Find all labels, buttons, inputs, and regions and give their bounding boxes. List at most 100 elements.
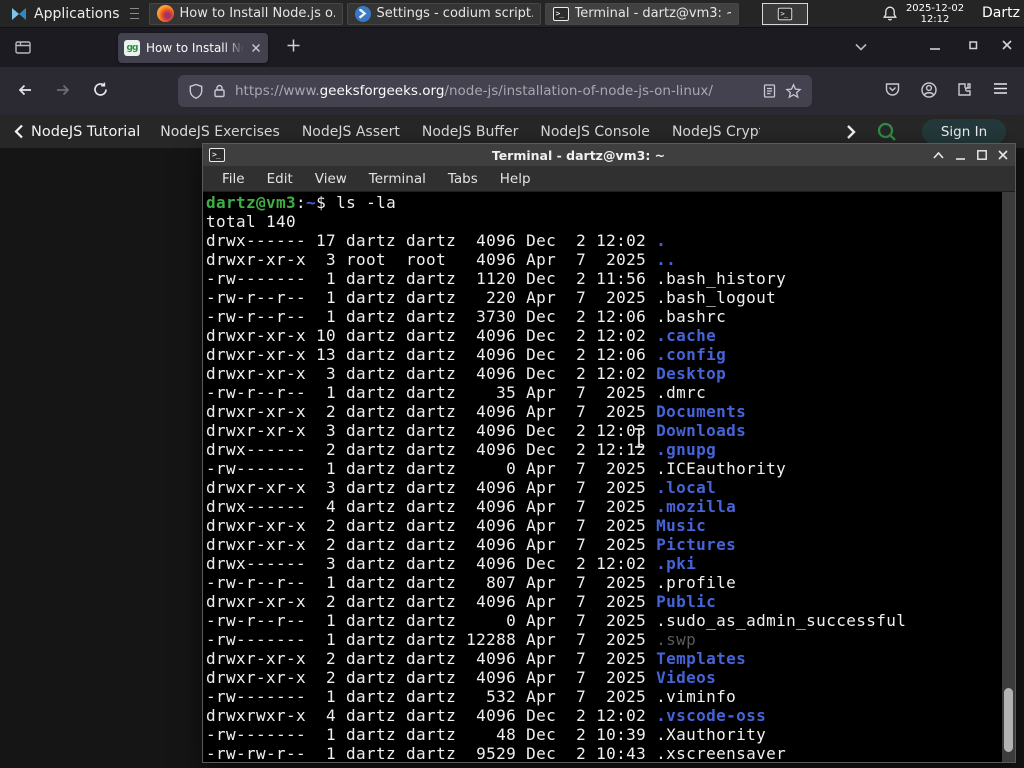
terminal-window-title: Terminal - dartz@vm3: ~ xyxy=(491,147,666,163)
ls-row: drwxr-xr-x 3 dartz dartz 4096 Dec 2 12:0… xyxy=(206,364,727,383)
terminal-menu-file[interactable]: File xyxy=(213,168,254,190)
shade-window-icon[interactable] xyxy=(932,150,945,161)
taskbar-button-vscodium[interactable]: Settings - codium script... xyxy=(346,2,541,25)
reader-mode-icon[interactable] xyxy=(762,83,777,99)
ls-row: drwxr-xr-x 2 dartz dartz 4096 Apr 7 2025… xyxy=(206,535,737,554)
applications-label: Applications xyxy=(34,5,120,22)
chevron-right-icon[interactable] xyxy=(845,124,857,140)
pocket-icon[interactable] xyxy=(884,81,901,98)
workspace-pager[interactable] xyxy=(762,3,808,25)
site-nav-item[interactable]: NodeJS Assert xyxy=(302,124,400,140)
terminal-scrollbar[interactable] xyxy=(1002,192,1015,762)
ls-row: -rw-r--r-- 1 dartz dartz 0 Apr 7 2025 .s… xyxy=(206,611,907,630)
ls-row: drwxr-xr-x 13 dartz dartz 4096 Dec 2 12:… xyxy=(206,345,727,364)
ls-row: -rw------- 1 dartz dartz 532 Apr 7 2025 … xyxy=(206,687,737,706)
ls-row: drwx------ 17 dartz dartz 4096 Dec 2 12:… xyxy=(206,231,667,250)
window-close-button[interactable] xyxy=(1000,38,1014,52)
ls-row: -rw-r--r-- 1 dartz dartz 35 Apr 7 2025 .… xyxy=(206,383,707,402)
ls-row: drwxr-xr-x 2 dartz dartz 4096 Apr 7 2025… xyxy=(206,516,707,535)
ls-row: drwxr-xr-x 2 dartz dartz 4096 Apr 7 2025… xyxy=(206,668,717,687)
list-all-tabs-icon[interactable] xyxy=(853,40,869,54)
scrollbar-thumb[interactable] xyxy=(1004,688,1013,752)
ls-row: drwxr-xr-x 10 dartz dartz 4096 Dec 2 12:… xyxy=(206,326,717,345)
ls-row: drwx------ 4 dartz dartz 4096 Apr 7 2025… xyxy=(206,497,737,516)
taskbar-button-firefox[interactable]: How to Install Node.js o... xyxy=(148,2,343,25)
terminal-menu-help[interactable]: Help xyxy=(491,168,540,190)
tracking-shield-icon[interactable] xyxy=(188,83,204,100)
total-line: total 140 xyxy=(206,212,297,231)
terminal-output: dartz@vm3:~$ ls -la total 140 drwx------ 1… xyxy=(203,192,1015,762)
url-bar[interactable]: https://www.geeksforgeeks.org/node-js/in… xyxy=(178,75,812,107)
ls-row: drwxr-xr-x 2 dartz dartz 4096 Apr 7 2025… xyxy=(206,402,747,421)
ls-row: drwxr-xr-x 2 dartz dartz 4096 Apr 7 2025… xyxy=(206,649,747,668)
terminal-menu-view[interactable]: View xyxy=(306,168,356,190)
panel-user-label: Dartz xyxy=(982,5,1020,21)
geeksforgeeks-favicon xyxy=(124,40,140,56)
back-button[interactable] xyxy=(16,81,34,99)
account-icon[interactable] xyxy=(920,81,938,99)
hamburger-menu-icon[interactable] xyxy=(992,81,1009,96)
reload-button[interactable] xyxy=(92,81,109,98)
site-nav-item[interactable]: NodeJS Exercises xyxy=(160,124,280,140)
ls-row: drwxrwxr-x 4 dartz dartz 4096 Dec 2 12:0… xyxy=(206,706,767,725)
ls-row: -rw------- 1 dartz dartz 48 Dec 2 10:39 … xyxy=(206,725,767,744)
minimize-window-icon[interactable] xyxy=(954,150,967,161)
close-window-icon[interactable] xyxy=(997,149,1009,161)
notification-bell-icon[interactable] xyxy=(882,5,898,22)
terminal-menu-edit[interactable]: Edit xyxy=(258,168,302,190)
terminal-icon xyxy=(209,148,225,162)
new-tab-button[interactable] xyxy=(286,38,301,53)
clock-time: 12:12 xyxy=(920,14,950,25)
sign-in-button[interactable]: Sign In xyxy=(922,119,1006,144)
taskbar-button-label: Settings - codium script... xyxy=(376,6,533,21)
firefox-view-icon[interactable] xyxy=(14,38,32,56)
site-search-icon[interactable] xyxy=(876,121,898,143)
ls-row: -rw-r--r-- 1 dartz dartz 3730 Dec 2 12:0… xyxy=(206,307,727,326)
ls-row: -rw-rw-r-- 1 dartz dartz 9529 Dec 2 10:4… xyxy=(206,744,787,762)
terminal-window: Terminal - dartz@vm3: ~ FileEditViewTerm… xyxy=(202,143,1016,763)
site-nav-item[interactable]: NodeJS Console xyxy=(540,124,650,140)
taskbar-button-terminal[interactable]: Terminal - dartz@vm3: ~ xyxy=(544,2,739,25)
terminal-screen[interactable]: dartz@vm3:~$ ls -la total 140 drwx------ 1… xyxy=(203,192,1015,762)
site-nav-item[interactable]: NodeJS Crypto xyxy=(672,124,760,140)
extensions-icon[interactable] xyxy=(956,81,973,98)
url-text: https://www.geeksforgeeks.org/node-js/in… xyxy=(235,83,713,99)
bookmark-star-icon[interactable] xyxy=(785,82,802,100)
terminal-menu-tabs[interactable]: Tabs xyxy=(439,168,487,190)
browser-tab[interactable]: How to Install Node.js on xyxy=(118,33,268,63)
ls-row: -rw------- 1 dartz dartz 0 Apr 7 2025 .I… xyxy=(206,459,787,478)
tab-close-icon[interactable] xyxy=(250,42,262,54)
ls-row: drwx------ 3 dartz dartz 4096 Dec 2 12:0… xyxy=(206,554,697,573)
ls-row: drwxr-xr-x 3 dartz dartz 4096 Apr 7 2025… xyxy=(206,478,717,497)
site-nav-items: NodeJS Exercises NodeJS Assert NodeJS Buff… xyxy=(160,124,760,140)
taskbar: How to Install Node.js o... Settings - co… xyxy=(145,2,739,25)
terminal-icon xyxy=(777,7,793,21)
applications-menu-button[interactable]: Applications xyxy=(4,2,145,26)
firefox-navbar: https://www.geeksforgeeks.org/node-js/in… xyxy=(0,67,1024,115)
maximize-window-icon[interactable] xyxy=(976,149,988,161)
ls-row: -rw------- 1 dartz dartz 1120 Dec 2 11:5… xyxy=(206,269,787,288)
window-minimize-button[interactable] xyxy=(928,40,942,52)
ls-row: drwxr-xr-x 2 dartz dartz 4096 Apr 7 2025… xyxy=(206,592,717,611)
prompt-line: dartz@vm3:~$ ls -la xyxy=(206,193,397,212)
ls-row: drwx------ 2 dartz dartz 4096 Dec 2 12:1… xyxy=(206,440,717,459)
lock-icon[interactable] xyxy=(212,83,227,99)
panel-clock[interactable]: 2025-12-02 12:12 xyxy=(904,3,966,25)
ls-row: drwxr-xr-x 3 root root 4096 Apr 7 2025 .… xyxy=(206,250,677,269)
chevron-left-icon xyxy=(14,124,23,139)
terminal-menubar: File Edit View Terminal Tabs Help xyxy=(203,166,1015,192)
panel-grip-icon xyxy=(129,8,139,19)
ls-row: -rw-r--r-- 1 dartz dartz 807 Apr 7 2025 … xyxy=(206,573,737,592)
taskbar-button-label: Terminal - dartz@vm3: ~ xyxy=(574,6,731,21)
ls-row: -rw-r--r-- 1 dartz dartz 220 Apr 7 2025 … xyxy=(206,288,777,307)
ls-row: -rw------- 1 dartz dartz 12288 Apr 7 202… xyxy=(206,630,697,649)
terminal-menu-terminal[interactable]: Terminal xyxy=(360,168,435,190)
forward-button[interactable] xyxy=(54,81,72,99)
vscodium-icon xyxy=(354,5,371,22)
window-maximize-button[interactable] xyxy=(966,38,980,52)
terminal-titlebar[interactable]: Terminal - dartz@vm3: ~ xyxy=(203,144,1015,166)
site-nav-item[interactable]: NodeJS Buffer xyxy=(422,124,519,140)
site-nav-back[interactable]: NodeJS Tutorial xyxy=(14,124,140,140)
tab-title: How to Install Node.js on xyxy=(146,41,244,55)
terminal-icon xyxy=(552,6,569,21)
